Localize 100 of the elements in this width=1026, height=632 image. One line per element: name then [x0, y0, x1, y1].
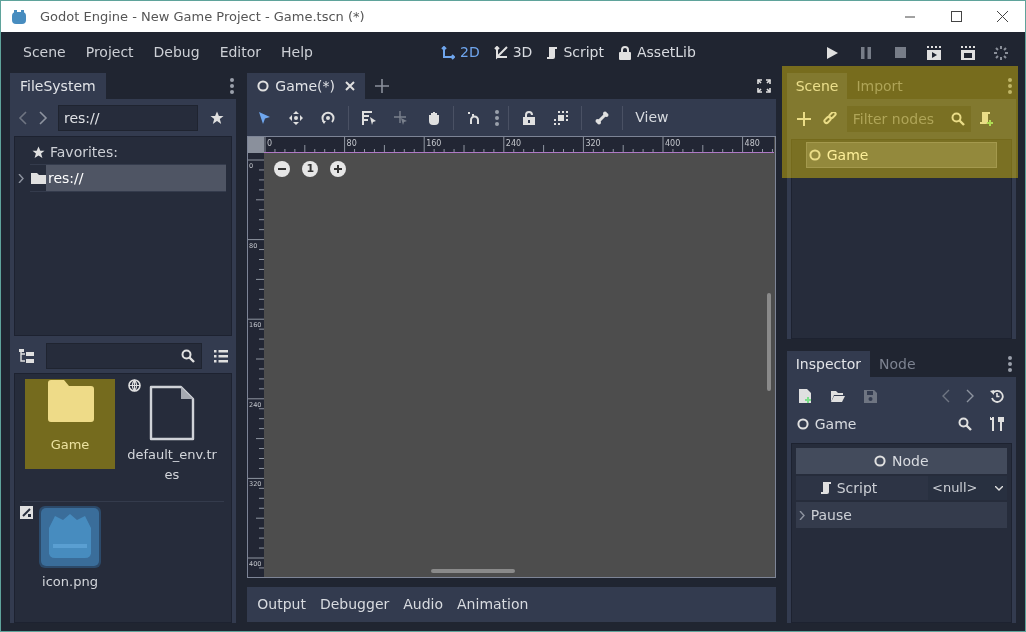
more-icon[interactable] [230, 78, 235, 94]
more-icon [495, 109, 500, 126]
dock-tab[interactable]: Inspector [786, 351, 870, 377]
forward-icon[interactable] [966, 389, 974, 403]
file-item[interactable]: default_env.tres [124, 375, 220, 485]
menu-item[interactable]: Debug [143, 38, 210, 67]
file-name: icon.png [41, 573, 99, 591]
bottom-panel-tab[interactable]: Animation [450, 589, 536, 620]
pause-icon [861, 46, 871, 59]
attach-script-icon[interactable] [978, 111, 993, 127]
history-icon[interactable] [990, 389, 1004, 403]
workspace-tab[interactable]: AssetLib [614, 42, 700, 63]
rotate-icon [321, 110, 336, 125]
zoom-reset-button[interactable]: 1 [302, 161, 319, 177]
dock-tab[interactable]: Node [870, 351, 925, 377]
property-label: Script [836, 478, 878, 498]
star-icon[interactable] [210, 111, 224, 125]
add-icon[interactable] [796, 112, 811, 126]
zoom-in-button[interactable] [330, 161, 347, 177]
workspace-tab[interactable]: Script [542, 42, 608, 63]
bottom-panel-tab[interactable]: Debugger [312, 589, 397, 620]
stop-icon [894, 47, 906, 58]
tree-item[interactable]: res:// [46, 165, 227, 191]
window-title: Godot Engine - New Game Project - Game.tscn (*) [40, 7, 365, 26]
pivot-icon [394, 110, 409, 125]
tree-view-icon[interactable] [19, 349, 34, 363]
globe-icon [128, 379, 141, 392]
file-item[interactable]: icon.png [22, 502, 118, 592]
node-circle-icon [257, 80, 270, 92]
property-value-dropdown[interactable]: <null> [928, 476, 1007, 500]
ruler-label: 320 [585, 139, 601, 148]
maximize-icon [950, 11, 962, 22]
file-search-field[interactable] [46, 343, 202, 369]
list-view-icon[interactable] [214, 349, 228, 363]
menu-item[interactable]: Help [271, 38, 323, 67]
bag-icon [618, 45, 632, 60]
hand-icon [426, 110, 440, 125]
pointer-icon [257, 110, 271, 125]
script-icon [819, 481, 832, 495]
play-custom-button[interactable] [959, 45, 977, 60]
menu-item[interactable]: Project [75, 38, 144, 67]
bone-icon [595, 110, 610, 125]
section-title: Node [892, 451, 929, 471]
vertical-scrollbar[interactable] [766, 293, 771, 391]
ruler-label: 160 [426, 139, 442, 148]
bottom-panel-tab[interactable]: Output [250, 589, 313, 620]
ruler-label: 240 [506, 139, 522, 148]
tools-icon[interactable] [990, 417, 1004, 431]
path-field[interactable]: res:// [58, 105, 198, 131]
list-pointer-icon [362, 110, 377, 125]
menu-item[interactable]: Editor [209, 38, 272, 67]
forward-icon[interactable] [38, 111, 48, 125]
add-tab-icon[interactable] [374, 79, 389, 93]
snap-icon [467, 110, 482, 125]
save-icon[interactable] [863, 389, 877, 403]
open-folder-icon[interactable] [830, 390, 845, 402]
chevron-right-icon [798, 510, 805, 520]
folder-icon [46, 379, 94, 423]
workspace-tab[interactable]: 2D [437, 42, 484, 63]
search-icon[interactable] [181, 349, 195, 363]
node-circle-icon [808, 149, 821, 161]
file-name: default_env.tres [126, 446, 218, 484]
zoom-out-button[interactable] [274, 161, 291, 177]
new-resource-icon[interactable] [798, 389, 811, 403]
menu-item[interactable]: Scene [13, 38, 76, 67]
spinner-icon [993, 44, 1009, 61]
clapper-play-icon [926, 45, 942, 60]
ruler-label: 0 [267, 139, 273, 148]
document-tab[interactable]: Game(*) [247, 73, 365, 99]
ruler-label: 400 [665, 139, 681, 148]
search-icon[interactable] [958, 417, 972, 431]
favorites-label: Favorites: [50, 143, 118, 162]
link-icon[interactable] [822, 112, 837, 126]
ruler-label: 480 [744, 139, 761, 148]
bottom-panel-tab[interactable]: Audio [396, 589, 451, 620]
property-group[interactable]: Pause [795, 502, 1007, 528]
app-logo-icon [11, 8, 27, 25]
clapper-icon [960, 45, 976, 60]
horizontal-scrollbar[interactable] [431, 569, 516, 573]
inspected-object: Game [814, 414, 857, 434]
plus-icon [334, 165, 343, 173]
file-icon [149, 385, 195, 441]
image-badge-icon [20, 506, 33, 519]
back-icon[interactable] [942, 389, 950, 403]
chevron-down-icon [995, 485, 1003, 491]
play-scene-button[interactable] [925, 45, 943, 60]
group-icon [554, 110, 569, 125]
minus-icon [278, 165, 287, 173]
more-icon[interactable] [1008, 356, 1012, 372]
ruler-corner [248, 137, 265, 153]
dock-tab[interactable]: FileSystem [10, 73, 106, 99]
fullscreen-icon[interactable] [756, 79, 771, 93]
back-icon[interactable] [18, 111, 28, 125]
view-menu[interactable]: View [627, 103, 677, 132]
folder-icon [31, 172, 46, 184]
chevron-right-icon[interactable] [18, 173, 24, 183]
workspace-tab[interactable]: 3D [489, 42, 537, 63]
more-icon[interactable] [1008, 78, 1012, 94]
close-icon [344, 81, 355, 91]
node-circle-icon [796, 418, 809, 430]
